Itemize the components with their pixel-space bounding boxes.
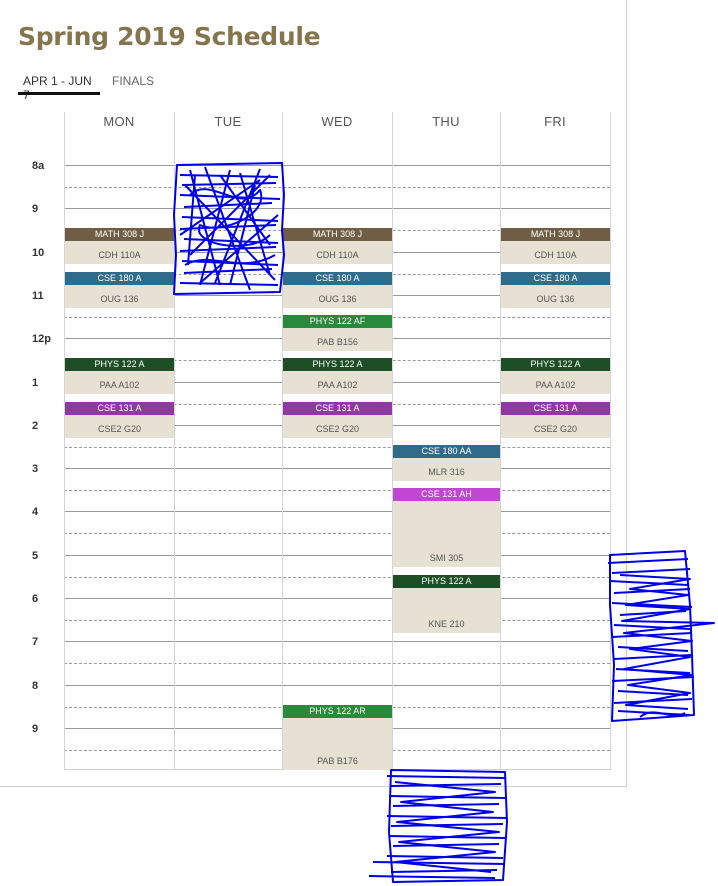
time-label: 7 — [32, 636, 39, 648]
course-code: CSE 180 A — [501, 272, 610, 285]
course-event-wed[interactable]: PHYS 122 AF PAB B156 — [283, 315, 392, 351]
course-code: PHYS 122 A — [283, 358, 392, 371]
course-room: PAB B156 — [317, 337, 358, 347]
hour-line — [64, 598, 610, 599]
hour-line — [64, 165, 610, 166]
course-event-fri[interactable]: PHYS 122 A PAA A102 — [501, 358, 610, 394]
course-event-wed[interactable]: CSE 131 A CSE2 G20 — [283, 402, 392, 438]
hour-line — [64, 468, 610, 469]
course-room: PAB B176 — [317, 756, 358, 766]
course-event-wed[interactable]: CSE 180 A OUG 136 — [283, 272, 392, 308]
course-code: MATH 308 J — [65, 228, 174, 241]
hour-line — [64, 208, 610, 209]
course-code: PHYS 122 A — [65, 358, 174, 371]
day-header-wed: WED — [321, 114, 353, 129]
time-label: 10 — [32, 247, 45, 259]
course-code: CSE 131 A — [501, 402, 610, 415]
hour-line — [64, 555, 610, 556]
course-code: MATH 308 J — [501, 228, 610, 241]
half-hour-line — [64, 663, 610, 664]
course-room: SMI 305 — [429, 553, 464, 563]
half-hour-line — [64, 490, 610, 491]
active-tab-indicator — [18, 92, 100, 95]
time-label: 8 — [32, 680, 39, 692]
time-label: 8a — [32, 160, 45, 172]
day-column-divider — [500, 112, 501, 770]
course-room: CSE2 G20 — [97, 424, 142, 434]
course-code: CSE 180 A — [283, 272, 392, 285]
course-code: PHYS 122 A — [501, 358, 610, 371]
course-event-thu[interactable]: CSE 180 AA MLR 316 — [393, 445, 500, 481]
course-room: CDH 110A — [98, 250, 141, 260]
day-header-thu: THU — [432, 114, 460, 129]
time-label: 3 — [32, 463, 39, 475]
course-room: PAA A102 — [535, 380, 576, 390]
course-event-thu[interactable]: PHYS 122 A KNE 210 — [393, 575, 500, 633]
time-label: 12p — [32, 333, 51, 345]
course-event-fri[interactable]: CSE 131 A CSE2 G20 — [501, 402, 610, 438]
course-event-thu[interactable]: CSE 131 AH SMI 305 — [393, 488, 500, 567]
course-code: CSE 131 A — [283, 402, 392, 415]
time-label: 2 — [32, 420, 39, 432]
course-room: CDH 110A — [316, 250, 359, 260]
course-room: CSE2 G20 — [315, 424, 360, 434]
course-room: MLR 316 — [428, 467, 465, 477]
course-room: OUG 136 — [318, 294, 357, 304]
time-label: 11 — [32, 290, 44, 302]
half-hour-line — [64, 447, 610, 448]
course-room: OUG 136 — [100, 294, 139, 304]
time-label: 9 — [32, 723, 39, 735]
course-code: CSE 180 AA — [393, 445, 500, 458]
time-label: 5 — [32, 550, 39, 562]
time-label: 9 — [32, 203, 39, 215]
tab-finals[interactable]: FINALS — [112, 74, 154, 88]
course-event-fri[interactable]: CSE 180 A OUG 136 — [501, 272, 610, 308]
day-column-divider — [64, 112, 65, 770]
day-column-divider — [392, 112, 393, 770]
day-column-divider — [610, 112, 611, 770]
course-event-mon[interactable]: CSE 180 A OUG 136 — [65, 272, 174, 308]
half-hour-line — [64, 620, 610, 621]
course-code: CSE 180 A — [65, 272, 174, 285]
day-header-fri: FRI — [544, 114, 566, 129]
day-column-divider — [282, 112, 283, 770]
hour-line — [64, 685, 610, 686]
course-event-mon[interactable]: CSE 131 A CSE2 G20 — [65, 402, 174, 438]
day-header-tue: TUE — [214, 114, 242, 129]
half-hour-line — [64, 187, 610, 188]
course-room: KNE 210 — [428, 619, 465, 629]
time-label: 6 — [32, 593, 39, 605]
page-title: Spring 2019 Schedule — [18, 22, 321, 51]
half-hour-line — [64, 533, 610, 534]
course-code: PHYS 122 AR — [283, 705, 392, 718]
course-event-wed[interactable]: PHYS 122 A PAA A102 — [283, 358, 392, 394]
time-label: 1 — [32, 377, 39, 389]
half-hour-line — [64, 577, 610, 578]
course-code: PHYS 122 A — [393, 575, 500, 588]
course-event-fri[interactable]: MATH 308 J CDH 110A — [501, 228, 610, 264]
course-code: PHYS 122 AF — [283, 315, 392, 328]
day-header-mon: MON — [103, 114, 135, 129]
time-label: 4 — [32, 506, 39, 518]
course-room: CDH 110A — [534, 250, 577, 260]
course-room: PAA A102 — [99, 380, 140, 390]
course-code: CSE 131 AH — [393, 488, 500, 501]
day-column-divider — [174, 112, 175, 770]
course-room: CSE2 G20 — [533, 424, 578, 434]
course-event-wed[interactable]: PHYS 122 AR PAB B176 — [283, 705, 392, 770]
hour-line — [64, 641, 610, 642]
course-event-wed[interactable]: MATH 308 J CDH 110A — [283, 228, 392, 264]
course-event-mon[interactable]: PHYS 122 A PAA A102 — [65, 358, 174, 394]
course-event-mon[interactable]: MATH 308 J CDH 110A — [65, 228, 174, 264]
hour-line — [64, 511, 610, 512]
course-room: PAA A102 — [317, 380, 358, 390]
tab-apr1-jun7[interactable]: APR 1 - JUN 7 — [18, 74, 100, 102]
course-code: CSE 131 A — [65, 402, 174, 415]
course-room: OUG 136 — [536, 294, 575, 304]
course-code: MATH 308 J — [283, 228, 392, 241]
